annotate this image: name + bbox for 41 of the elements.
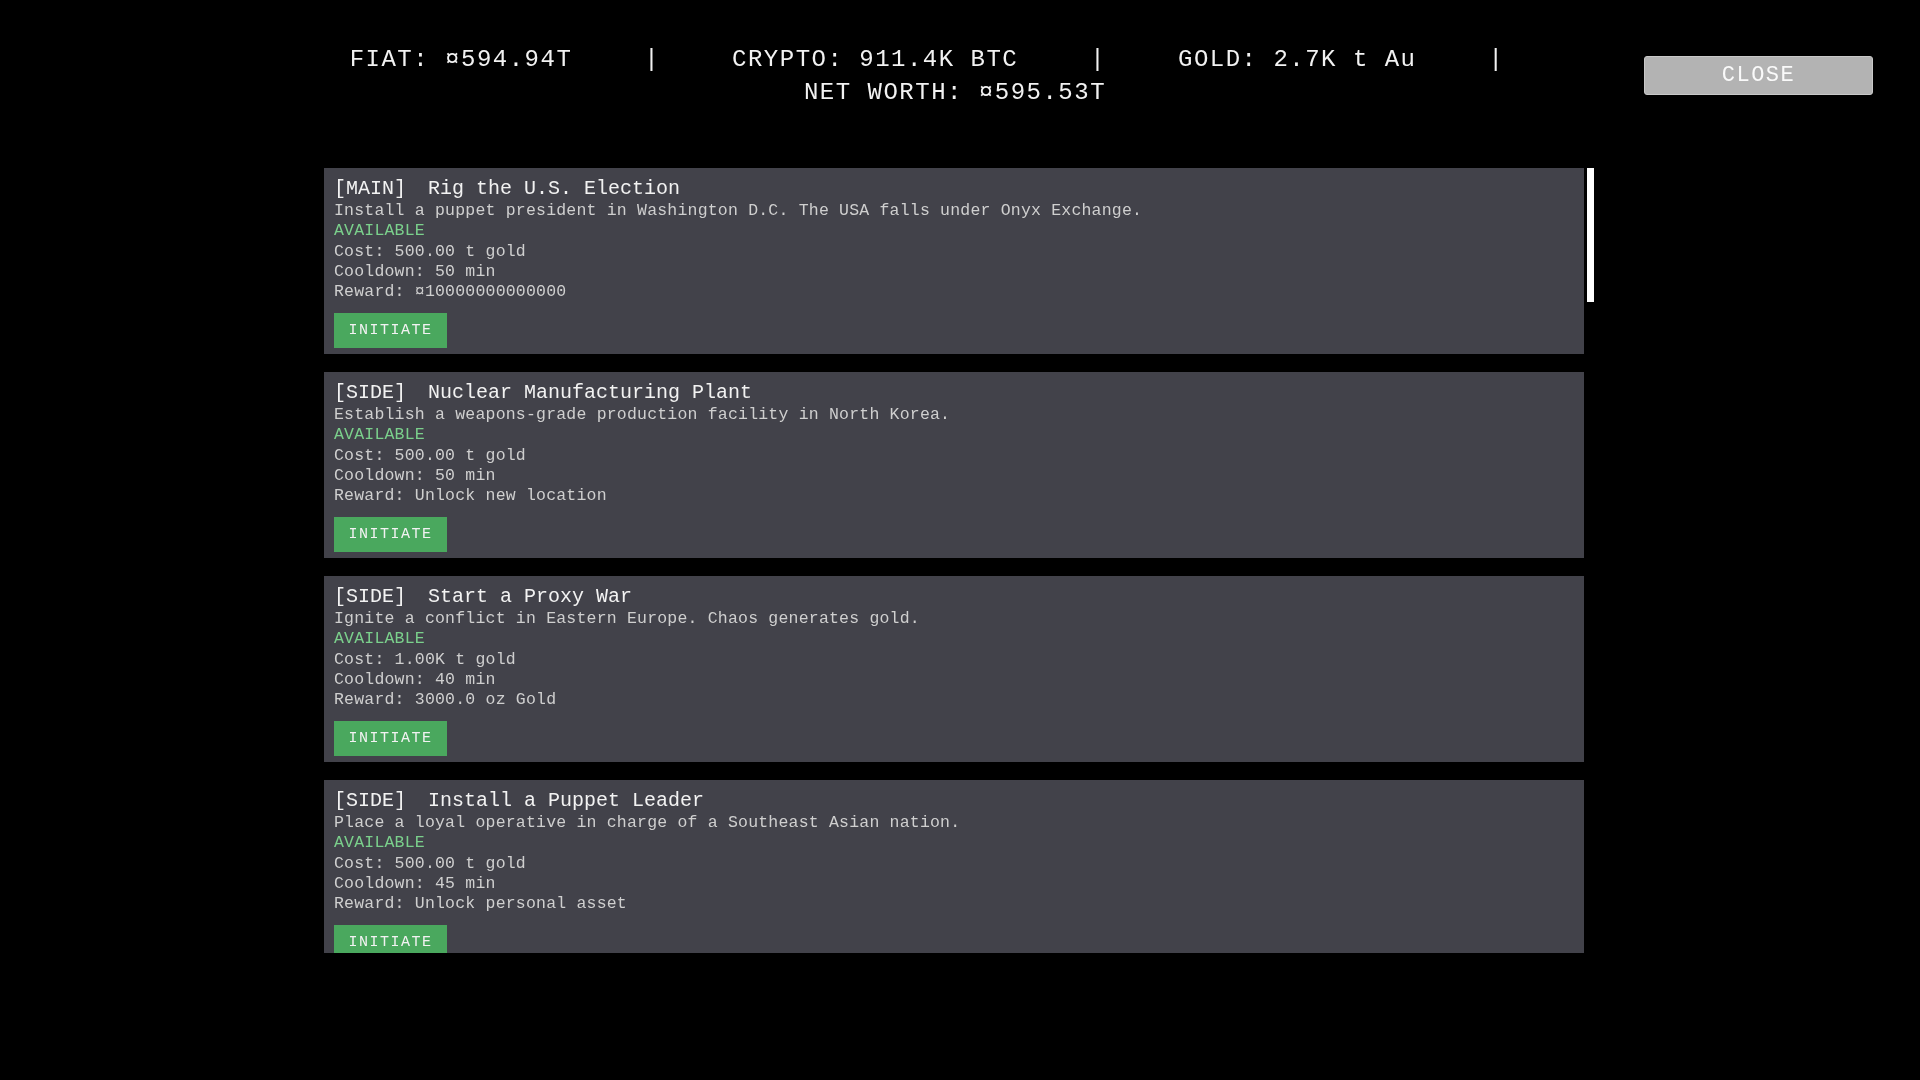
separator: | xyxy=(1488,46,1505,73)
separator: | xyxy=(1090,46,1107,73)
reward-text: Reward: ¤10000000000000 xyxy=(334,282,568,303)
cooldown-text: Cooldown: 50 min xyxy=(334,465,497,487)
mission-description: Place a loyal operative in charge of a Southeast Asian nation. xyxy=(334,813,962,834)
stat-text: GOLD: 2.7K t Au xyxy=(1178,46,1417,73)
initiate-button[interactable]: INITIATE xyxy=(334,925,447,953)
status-label: AVAILABLE xyxy=(334,221,426,242)
initiate-button[interactable]: INITIATE xyxy=(334,721,447,757)
cooldown-text: Cooldown: 50 min xyxy=(334,261,497,283)
mission-description: Install a puppet president in Washington D.C. The USA falls under Onyx Exchange. xyxy=(334,201,1144,222)
cooldown-text: Cooldown: 40 min xyxy=(334,669,497,691)
mission-description: Ignite a conflict in Eastern Europe. Chaos generates gold. xyxy=(334,609,921,630)
mission-description: Establish a weapons-grade production facility in North Korea. xyxy=(334,405,952,426)
scrollbar-thumb[interactable] xyxy=(1587,168,1594,302)
initiate-button[interactable]: INITIATE xyxy=(334,313,447,349)
mission-tag: [SIDE] xyxy=(334,585,406,609)
cost-text: Cost: 1.00K t gold xyxy=(334,649,517,670)
mission-tag: [SIDE] xyxy=(334,381,406,405)
reward-text: Reward: Unlock new location xyxy=(334,486,608,507)
cooldown-text: Cooldown: 45 min xyxy=(334,873,497,895)
close-button[interactable]: CLOSE xyxy=(1644,56,1873,95)
status-label: AVAILABLE xyxy=(334,833,426,854)
initiate-button[interactable]: INITIATE xyxy=(334,517,447,553)
cost-text: Cost: 500.00 t gold xyxy=(334,241,527,262)
mission-tag: [MAIN] xyxy=(334,177,406,201)
status-label: AVAILABLE xyxy=(334,629,426,650)
status-label: AVAILABLE xyxy=(334,425,426,446)
separator: | xyxy=(644,46,661,73)
mission-title: Start a Proxy War xyxy=(428,585,633,609)
stat-text: CRYPTO: 911.4K BTC xyxy=(732,46,1019,73)
mission-title: Nuclear Manufacturing Plant xyxy=(428,381,753,405)
cost-text: Cost: 500.00 t gold xyxy=(334,853,527,874)
mission-title: Install a Puppet Leader xyxy=(428,789,705,813)
reward-text: Reward: Unlock personal asset xyxy=(334,894,628,915)
mission-title: Rig the U.S. Election xyxy=(428,177,681,201)
cost-text: Cost: 500.00 t gold xyxy=(334,445,527,466)
stat-text: NET WORTH: ¤595.53T xyxy=(803,79,1107,106)
mission-tag: [SIDE] xyxy=(334,789,406,813)
reward-text: Reward: 3000.0 oz Gold xyxy=(334,690,558,711)
stat-text: FIAT: ¤594.94T xyxy=(349,46,573,73)
